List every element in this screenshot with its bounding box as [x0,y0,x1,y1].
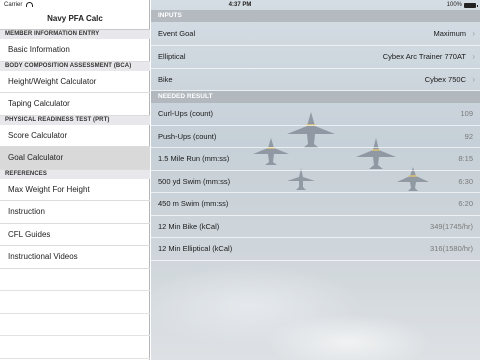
row-label: Elliptical [158,52,186,61]
sidebar-item-score-calculator[interactable]: Score Calculator [0,125,150,147]
empty-row [0,269,150,291]
sidebar-item-goal-calculator[interactable]: Goal Calculator [0,147,150,170]
row-label: Curl-Ups (count) [158,109,214,118]
result-value: 6:20 [458,199,473,208]
battery-percent: 100% [446,2,462,8]
elliptical-row[interactable]: Elliptical Cybex Arc Trainer 770AT › [151,46,480,69]
result-row-450m-swim: 450 m Swim (mm:ss) 6:20 [151,193,480,216]
event-goal-value: Maximum [433,29,466,38]
status-time: 4:37 PM [228,2,252,8]
goal-calculator-panel: INPUTS Event Goal Maximum › Elliptical C… [151,0,480,360]
event-goal-row[interactable]: Event Goal Maximum › [151,22,480,46]
sidebar-item-max-weight-for-height[interactable]: Max Weight For Height [0,179,150,201]
empty-row [0,291,150,314]
chevron-right-icon: › [472,74,475,84]
status-bar: Carrier 4:37 PM 100% [0,0,480,10]
result-value: 6:30 [458,176,473,186]
section-header-bca: BODY COMPOSITION ASSESSMENT (BCA) [0,61,150,71]
section-header-references: REFERENCES [0,169,150,179]
elliptical-value: Cybex Arc Trainer 770AT [382,52,466,61]
sidebar-item-instructional-videos[interactable]: Instructional Videos [0,246,150,269]
needed-result-section-header: NEEDED RESULT [151,91,480,103]
result-value: 316(1580/hr) [430,244,473,253]
row-label: 1.5 Mile Run (mm:ss) [158,154,230,163]
section-header-prt: PHYSICAL READINESS TEST (PRT) [0,115,150,125]
row-label: 450 m Swim (mm:ss) [158,199,229,208]
sidebar-item-taping-calculator[interactable]: Taping Calculator [0,93,150,116]
result-value: 349(1745/hr) [430,221,473,231]
bike-value: Cybex 750C [424,74,466,84]
row-label: Bike [158,74,173,84]
section-header-member-info: MEMBER INFORMATION ENTRY [0,30,150,39]
result-row-500yd-swim: 500 yd Swim (mm:ss) 6:30 [151,171,480,193]
sidebar-item-basic-information[interactable]: Basic Information [0,39,150,62]
sidebar-title: Navy PFA Calc [47,14,103,23]
row-label: Push-Ups (count) [158,131,217,141]
result-row-run: 1.5 Mile Run (mm:ss) 8:15 [151,148,480,171]
inputs-section-header: INPUTS [151,10,480,22]
sidebar-item-height-weight-calculator[interactable]: Height/Weight Calculator [0,71,150,93]
row-label: 12 Min Bike (kCal) [158,221,220,231]
chevron-right-icon: › [472,29,475,38]
sidebar-item-cfl-guides[interactable]: CFL Guides [0,224,150,246]
result-row-curl-ups: Curl-Ups (count) 109 [151,103,480,126]
result-row-bike: 12 Min Bike (kCal) 349(1745/hr) [151,216,480,238]
battery-icon [464,2,478,8]
sidebar-list: MEMBER INFORMATION ENTRY Basic Informati… [0,30,150,359]
row-label: Event Goal [158,29,196,38]
goal-calculator-table: INPUTS Event Goal Maximum › Elliptical C… [151,10,480,261]
chevron-right-icon: › [472,52,475,61]
row-label: 12 Min Elliptical (kCal) [158,244,233,253]
result-value: 109 [460,109,473,118]
sidebar: Navy PFA Calc MEMBER INFORMATION ENTRY B… [0,0,150,360]
sidebar-item-instruction[interactable]: Instruction [0,201,150,224]
bike-row[interactable]: Bike Cybex 750C › [151,69,480,91]
result-row-push-ups: Push-Ups (count) 92 [151,126,480,148]
empty-row [0,336,150,359]
empty-row [0,314,150,336]
result-value: 8:15 [458,154,473,163]
row-label: 500 yd Swim (mm:ss) [158,176,231,186]
result-row-elliptical: 12 Min Elliptical (kCal) 316(1580/hr) [151,238,480,261]
result-value: 92 [464,131,473,141]
